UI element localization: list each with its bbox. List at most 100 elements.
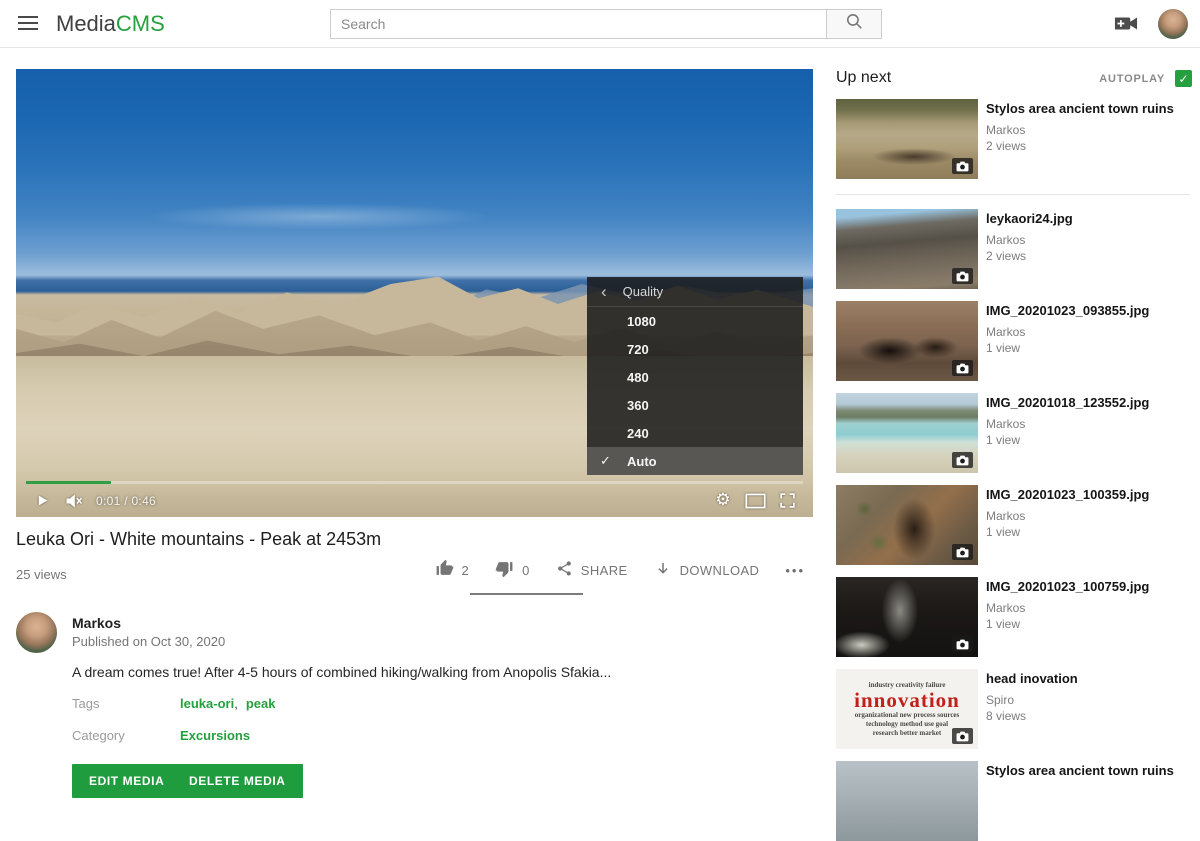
camera-icon [952, 158, 973, 174]
list-item: IMG_20201023_100359.jpg Markos 1 view [836, 485, 1192, 565]
camera-icon [952, 268, 973, 284]
mute-icon[interactable] [58, 484, 90, 517]
video-player[interactable]: ‹ Quality 1080 720 480 360 240 ✓ Auto 0:… [16, 69, 813, 517]
video-thumbnail[interactable] [836, 393, 978, 473]
related-video-author[interactable]: Markos [986, 233, 1192, 247]
related-video-views: 1 view [986, 525, 1192, 539]
related-video-author[interactable]: Spiro [986, 693, 1192, 707]
player-controls: 0:01 / 0:46 ⚙ [16, 484, 813, 517]
download-button[interactable]: DOWNLOAD [654, 560, 760, 581]
edit-media-button[interactable]: EDIT MEDIA [72, 764, 181, 798]
author-name[interactable]: Markos [72, 615, 121, 631]
category-link[interactable]: Excursions [180, 728, 250, 743]
dislike-count: 0 [522, 563, 530, 578]
published-date: Published on Oct 30, 2020 [72, 634, 225, 649]
video-thumbnail[interactable]: industry creativity failure innovation o… [836, 669, 978, 749]
list-item: IMG_20201023_093855.jpg Markos 1 view [836, 301, 1192, 381]
upload-media-icon[interactable] [1114, 15, 1138, 37]
thumbs-up-icon [435, 559, 454, 581]
related-video-author[interactable]: Markos [986, 509, 1192, 523]
video-thumbnail[interactable] [836, 485, 978, 565]
related-video-title[interactable]: IMG_20201023_093855.jpg [986, 302, 1192, 319]
autoplay-label: AUTOPLAY [1099, 73, 1165, 85]
related-video-author[interactable]: Markos [986, 325, 1192, 339]
list-item: leykaori24.jpg Markos 2 views [836, 209, 1192, 289]
author-avatar[interactable] [16, 612, 57, 653]
more-actions-icon[interactable]: ••• [785, 563, 805, 578]
settings-gear-icon[interactable]: ⚙ [707, 484, 739, 517]
related-video-title[interactable]: Stylos area ancient town ruins [986, 762, 1192, 779]
list-item: IMG_20201018_123552.jpg Markos 1 view [836, 393, 1192, 473]
tag-link-peak[interactable]: peak [246, 696, 276, 711]
media-description: A dream comes true! After 4-5 hours of c… [72, 664, 772, 680]
related-video-views: 2 views [986, 139, 1192, 153]
search-button[interactable] [827, 9, 882, 39]
autoplay-checkbox[interactable]: ✓ [1175, 70, 1192, 87]
video-thumbnail[interactable] [836, 301, 978, 381]
page-title: Leuka Ori - White mountains - Peak at 24… [16, 529, 716, 550]
related-video-author[interactable]: Markos [986, 417, 1192, 431]
time-display: 0:01 / 0:46 [96, 494, 156, 508]
video-thumbnail[interactable] [836, 209, 978, 289]
quality-menu-title: Quality [623, 284, 663, 299]
list-item: Stylos area ancient town ruins Markos 2 … [836, 99, 1192, 179]
video-frame-cloud [144, 203, 495, 230]
logo-media: Media [56, 11, 116, 36]
related-video-views: 1 view [986, 617, 1192, 631]
user-avatar[interactable] [1158, 9, 1188, 39]
fullscreen-icon[interactable] [771, 484, 803, 517]
related-video-title[interactable]: head inovation [986, 670, 1192, 687]
view-count: 25 views [16, 567, 67, 582]
related-video-title[interactable]: IMG_20201018_123552.jpg [986, 394, 1192, 411]
list-item: industry creativity failure innovation o… [836, 669, 1192, 749]
tag-link-leuka-ori[interactable]: leuka-ori [180, 696, 234, 711]
menu-icon[interactable] [18, 16, 38, 34]
camera-icon [952, 728, 973, 744]
search-bar [330, 9, 882, 39]
quality-option-1080[interactable]: 1080 [587, 307, 803, 335]
related-video-title[interactable]: IMG_20201023_100359.jpg [986, 486, 1192, 503]
related-video-title[interactable]: IMG_20201023_100759.jpg [986, 578, 1192, 595]
quality-menu: ‹ Quality 1080 720 480 360 240 ✓ Auto [587, 277, 803, 475]
logo-cms: CMS [116, 11, 165, 36]
delete-media-button[interactable]: DELETE MEDIA [172, 764, 303, 798]
related-video-views: 1 view [986, 433, 1192, 447]
quality-option-240[interactable]: 240 [587, 419, 803, 447]
share-button[interactable]: SHARE [556, 560, 628, 580]
up-next-sidebar: Up next AUTOPLAY ✓ Stylos area ancient t… [836, 0, 1192, 785]
related-video-title[interactable]: Stylos area ancient town ruins [986, 100, 1192, 117]
check-icon: ✓ [600, 453, 611, 469]
category-label: Category [72, 728, 125, 743]
logo[interactable]: MediaCMS [56, 11, 165, 37]
quality-option-720[interactable]: 720 [587, 335, 803, 363]
top-bar: MediaCMS [0, 0, 1200, 48]
tags-label: Tags [72, 696, 99, 711]
camera-icon [952, 636, 973, 652]
quality-option-360[interactable]: 360 [587, 391, 803, 419]
quality-option-auto[interactable]: ✓ Auto [587, 447, 803, 475]
theater-mode-icon[interactable] [739, 484, 771, 517]
play-button[interactable] [26, 484, 58, 517]
list-item: Stylos area ancient town ruins [836, 761, 1192, 841]
video-thumbnail[interactable] [836, 761, 978, 841]
quality-option-480[interactable]: 480 [587, 363, 803, 391]
related-video-views: 1 view [986, 341, 1192, 355]
download-label: DOWNLOAD [680, 563, 760, 578]
related-video-views: 2 views [986, 249, 1192, 263]
related-video-author[interactable]: Markos [986, 601, 1192, 615]
related-video-title[interactable]: leykaori24.jpg [986, 210, 1192, 227]
dislike-button[interactable]: 0 [495, 559, 530, 581]
search-input[interactable] [330, 9, 827, 39]
check-icon: ✓ [1178, 72, 1188, 86]
autoplay-control: AUTOPLAY ✓ [1099, 70, 1192, 87]
list-item: IMG_20201023_100759.jpg Markos 1 view [836, 577, 1192, 657]
video-thumbnail[interactable] [836, 577, 978, 657]
quality-menu-header[interactable]: ‹ Quality [587, 277, 803, 307]
tags-list: leuka-ori,peak [180, 696, 275, 711]
divider [836, 194, 1190, 195]
video-thumbnail[interactable] [836, 99, 978, 179]
like-button[interactable]: 2 [435, 559, 470, 581]
camera-icon [952, 360, 973, 376]
download-icon [654, 560, 672, 581]
related-video-author[interactable]: Markos [986, 123, 1192, 137]
